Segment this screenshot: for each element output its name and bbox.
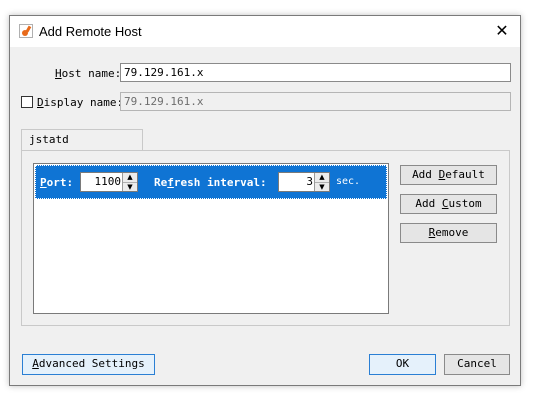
display-name-checkbox[interactable] [21, 96, 33, 108]
spin-up-icon[interactable]: ▲ [123, 173, 137, 182]
close-icon[interactable]: ✕ [492, 21, 512, 41]
display-name-input: 79.129.161.x [120, 92, 511, 111]
advanced-settings-button[interactable]: Advanced Settings [22, 354, 155, 375]
sec-label: sec. [336, 176, 361, 187]
display-name-label: Display name: [37, 96, 124, 109]
port-value: 1100 [94, 175, 122, 188]
spin-up-icon[interactable]: ▲ [315, 173, 329, 182]
spin-down-icon[interactable]: ▼ [123, 182, 137, 191]
host-name-label: Host name: [55, 67, 122, 80]
cancel-button[interactable]: Cancel [444, 354, 510, 375]
remove-button[interactable]: Remove [400, 223, 497, 243]
connection-row[interactable]: Port: 1100 ▲ ▼ Refresh interval: 3 ▲ ▼ s… [35, 165, 387, 199]
add-custom-button[interactable]: Add Custom [400, 194, 497, 214]
title-bar: Add Remote Host ✕ [10, 16, 520, 47]
refresh-interval-spinner[interactable]: 3 ▲ ▼ [278, 172, 330, 192]
host-name-input[interactable]: 79.129.161.x [120, 63, 511, 82]
connections-list[interactable]: Port: 1100 ▲ ▼ Refresh interval: 3 ▲ ▼ s… [33, 163, 389, 314]
tab-jstatd-connections[interactable]: jstatd Connections [21, 129, 143, 166]
port-label: Port: [40, 176, 74, 189]
refresh-interval-value: 3 [306, 175, 313, 188]
window-title: Add Remote Host [39, 24, 142, 39]
port-spinner[interactable]: 1100 ▲ ▼ [80, 172, 138, 192]
refresh-interval-label: Refresh interval: [154, 176, 267, 189]
visualvm-app-icon [19, 24, 33, 38]
add-default-button[interactable]: Add Default [400, 165, 497, 185]
add-remote-host-dialog: Add Remote Host ✕ Host name: 79.129.161.… [9, 15, 521, 386]
spin-down-icon[interactable]: ▼ [315, 182, 329, 191]
ok-button[interactable]: OK [369, 354, 436, 375]
